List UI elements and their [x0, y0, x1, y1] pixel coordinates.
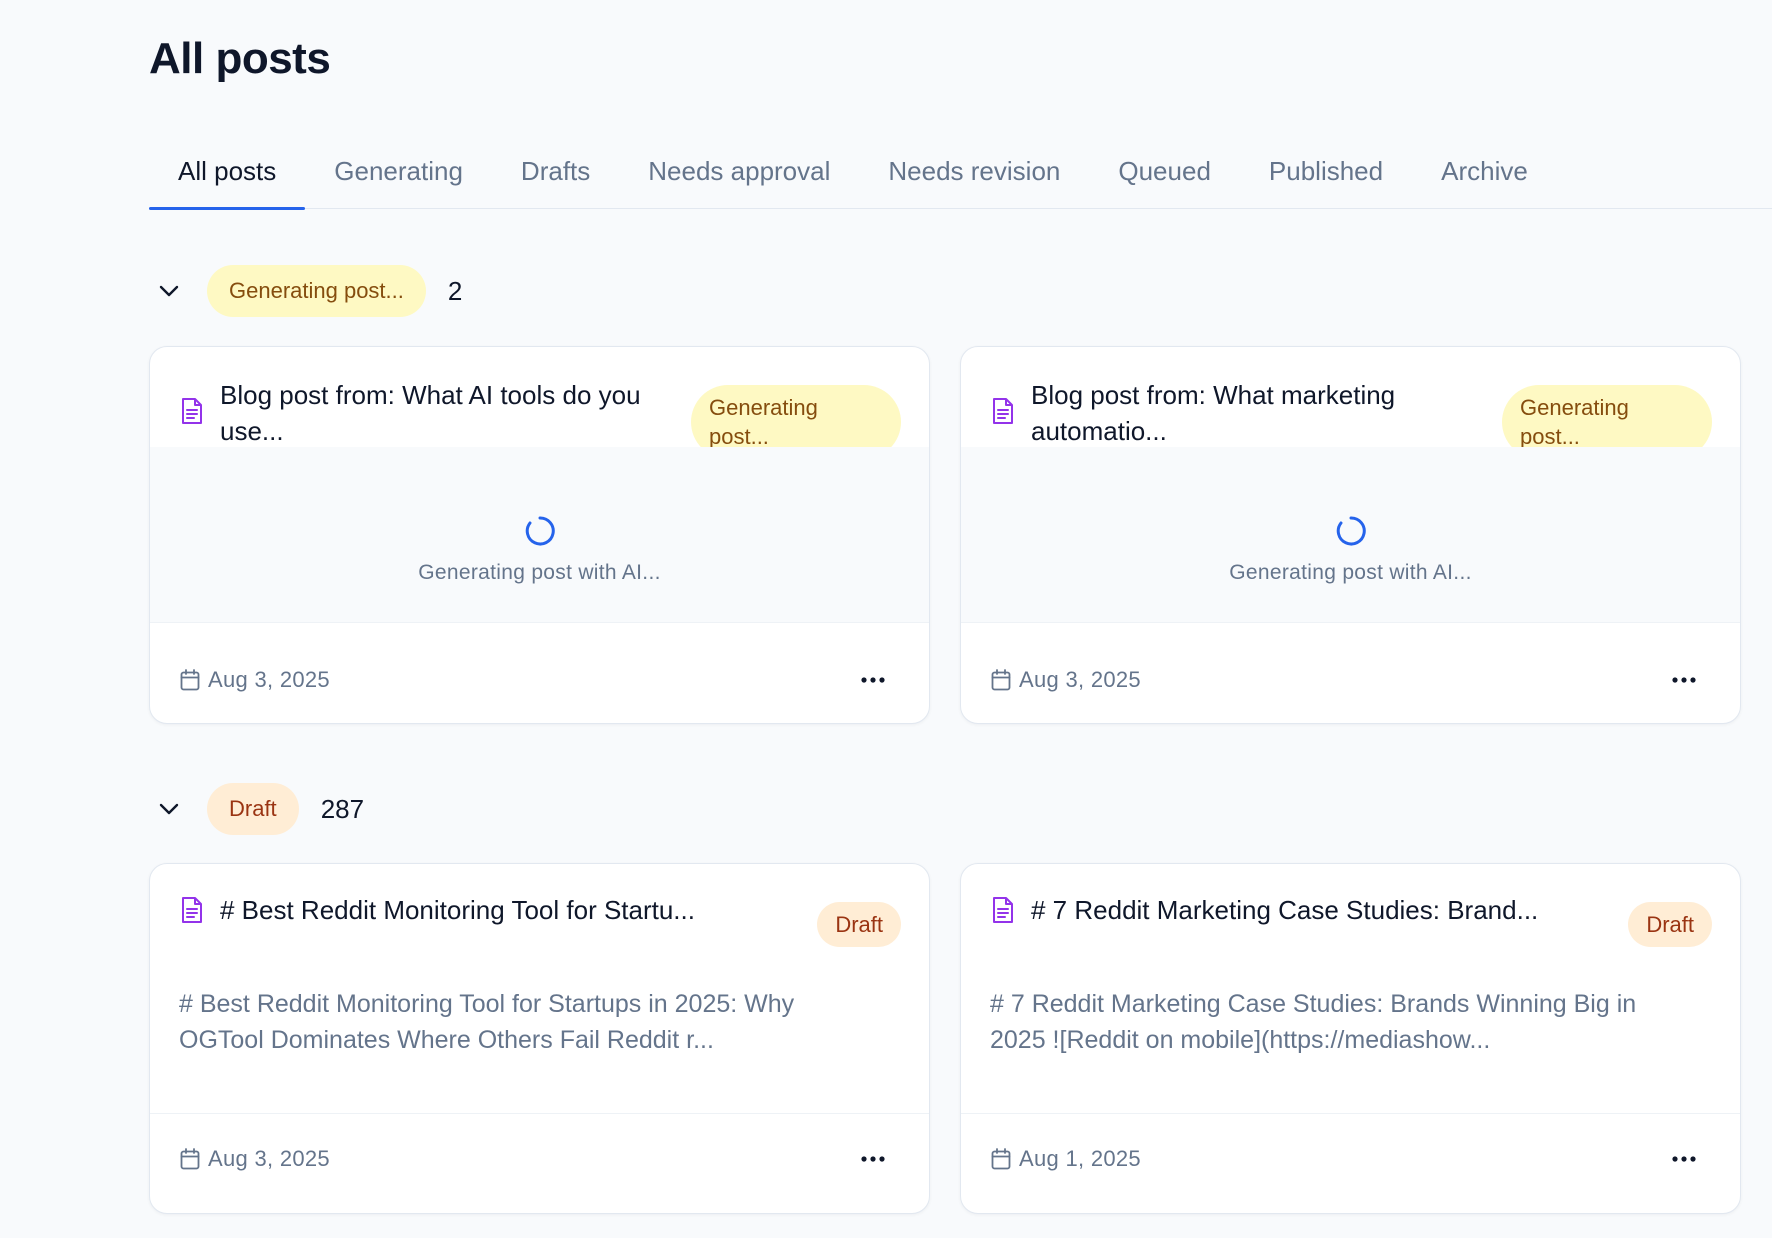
post-card[interactable]: # 7 Reddit Marketing Case Studies: Brand…	[960, 863, 1741, 1214]
post-card[interactable]: Blog post from: What marketing automatio…	[960, 346, 1741, 724]
tab-generating[interactable]: Generating	[305, 140, 492, 209]
loading-text: Generating post with AI...	[1229, 561, 1472, 584]
post-title[interactable]: Blog post from: What marketing automatio…	[1031, 377, 1471, 449]
post-excerpt: # Best Reddit Monitoring Tool for Startu…	[179, 990, 795, 1054]
calendar-icon	[991, 669, 1011, 691]
post-title[interactable]: Blog post from: What AI tools do you use…	[220, 377, 660, 449]
page-title: All posts	[149, 34, 331, 83]
chevron-down-icon	[159, 285, 179, 297]
more-horizontal-icon	[861, 677, 885, 683]
post-date: Aug 3, 2025	[1019, 667, 1141, 692]
more-options-button[interactable]	[855, 665, 891, 695]
post-title[interactable]: # Best Reddit Monitoring Tool for Startu…	[220, 892, 780, 928]
document-icon	[993, 897, 1013, 923]
card-header: # Best Reddit Monitoring Tool for Startu…	[150, 864, 929, 964]
loading-panel: Generating post with AI...	[150, 447, 929, 623]
calendar-icon	[180, 1148, 200, 1170]
loading-panel: Generating post with AI...	[961, 447, 1740, 623]
group-label-generating: Generating post...	[207, 265, 426, 317]
card-header: Blog post from: What marketing automatio…	[961, 347, 1740, 459]
document-icon	[993, 398, 1013, 424]
tab-needs-approval[interactable]: Needs approval	[619, 140, 859, 209]
calendar-icon	[991, 1148, 1011, 1170]
post-card[interactable]: # Best Reddit Monitoring Tool for Startu…	[149, 863, 930, 1214]
more-horizontal-icon	[861, 1156, 885, 1162]
tab-archive[interactable]: Archive	[1412, 140, 1557, 209]
spinner-icon	[525, 516, 555, 546]
status-badge: Draft	[817, 902, 901, 947]
card-footer: Aug 1, 2025	[961, 1114, 1740, 1204]
group-label-draft: Draft	[207, 783, 299, 835]
post-excerpt: # 7 Reddit Marketing Case Studies: Brand…	[990, 990, 1637, 1054]
chevron-down-icon	[159, 803, 179, 815]
group-count-generating: 2	[447, 275, 463, 306]
more-horizontal-icon	[1672, 677, 1696, 683]
tab-all-posts[interactable]: All posts	[149, 140, 306, 210]
tab-needs-revision[interactable]: Needs revision	[859, 140, 1089, 209]
card-footer: Aug 3, 2025	[150, 1114, 929, 1204]
post-title[interactable]: # 7 Reddit Marketing Case Studies: Brand…	[1031, 892, 1591, 928]
card-header: # 7 Reddit Marketing Case Studies: Brand…	[961, 864, 1740, 964]
post-date: Aug 3, 2025	[208, 667, 330, 692]
loading-text: Generating post with AI...	[418, 561, 661, 584]
collapse-generating-button[interactable]	[149, 271, 189, 311]
document-icon	[182, 897, 202, 923]
status-tabs: All posts Generating Drafts Needs approv…	[149, 140, 1772, 210]
tab-queued[interactable]: Queued	[1089, 140, 1240, 209]
post-card[interactable]: Blog post from: What AI tools do you use…	[149, 346, 930, 724]
more-options-button[interactable]	[855, 1144, 891, 1174]
tab-drafts[interactable]: Drafts	[492, 140, 619, 209]
more-options-button[interactable]	[1666, 665, 1702, 695]
post-date: Aug 1, 2025	[1019, 1146, 1141, 1171]
spinner-icon	[1336, 516, 1366, 546]
card-footer: Aug 3, 2025	[961, 635, 1740, 723]
posts-page: All posts All posts Generating Drafts Ne…	[0, 0, 1772, 1238]
group-count-draft: 287	[320, 793, 365, 824]
calendar-icon	[180, 669, 200, 691]
status-badge: Draft	[1628, 902, 1712, 947]
card-footer: Aug 3, 2025	[150, 635, 929, 723]
collapse-draft-button[interactable]	[149, 789, 189, 829]
group-header-generating: Generating post... 2	[149, 265, 462, 317]
card-header: Blog post from: What AI tools do you use…	[150, 347, 929, 459]
tab-published[interactable]: Published	[1240, 140, 1412, 209]
post-date: Aug 3, 2025	[208, 1146, 330, 1171]
group-header-draft: Draft 287	[149, 783, 364, 835]
more-horizontal-icon	[1672, 1156, 1696, 1162]
document-icon	[182, 398, 202, 424]
more-options-button[interactable]	[1666, 1144, 1702, 1174]
